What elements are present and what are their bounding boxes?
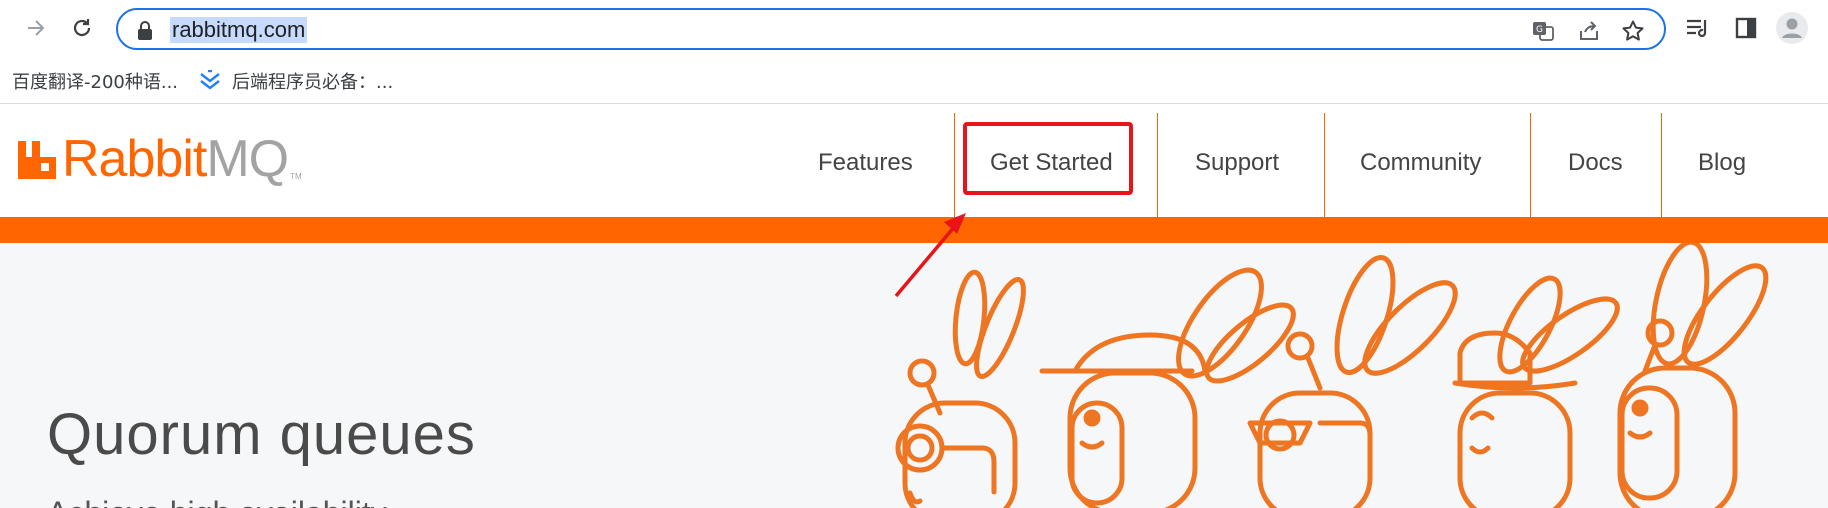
rabbit-figure <box>1617 243 1769 508</box>
nav-divider <box>1157 113 1158 217</box>
browser-toolbar: rabbitmq.com G <box>0 0 1828 56</box>
svg-text:G: G <box>1536 25 1543 35</box>
star-icon[interactable] <box>1618 16 1648 46</box>
reload-button[interactable] <box>64 10 100 46</box>
nav-features[interactable]: Features <box>818 149 913 177</box>
logo-icon <box>18 141 56 179</box>
address-bar[interactable]: rabbitmq.com G <box>116 8 1666 50</box>
rabbit-figure <box>895 269 1026 508</box>
hero-subtitle: Achieve high availability <box>47 495 387 508</box>
side-panel-icon <box>1735 17 1757 39</box>
hero-title: Quorum queues <box>47 402 476 467</box>
nav-divider <box>1530 113 1531 217</box>
forward-button[interactable] <box>18 10 54 46</box>
profile-button[interactable] <box>1774 10 1810 46</box>
nav-support[interactable]: Support <box>1195 149 1279 177</box>
reading-list-icon <box>1687 19 1707 38</box>
nav-docs[interactable]: Docs <box>1568 149 1623 177</box>
profile-icon <box>1776 12 1808 44</box>
rabbit-figure <box>1452 275 1620 508</box>
logo-text-rabbit: Rabbit <box>62 130 207 188</box>
nav-divider <box>1661 113 1662 217</box>
nav-community[interactable]: Community <box>1360 149 1481 177</box>
site-header: Rabbit MQ TM Features Get Started Suppor… <box>0 105 1828 217</box>
nav-divider <box>954 113 955 217</box>
bookmarks-bar: 百度翻译-200种语... 后端程序员必备：... <box>0 56 1828 104</box>
reload-icon <box>73 19 91 37</box>
header-accent-bar <box>0 217 1828 243</box>
nav-blog[interactable]: Blog <box>1698 149 1746 177</box>
bookmark-baidu-translate[interactable]: 百度翻译-200种语... <box>12 68 178 94</box>
rabbitmq-logo[interactable]: Rabbit MQ TM <box>16 133 302 185</box>
bookmark-icon <box>200 70 220 90</box>
translate-icon[interactable]: G <box>1528 16 1558 46</box>
share-icon[interactable] <box>1574 16 1604 46</box>
lock-icon[interactable] <box>130 16 160 46</box>
bookmark-label: 百度翻译-200种语... <box>12 72 179 93</box>
rabbit-figure <box>1247 255 1458 508</box>
annotation-highlight-box <box>963 122 1133 195</box>
side-panel-button[interactable] <box>1728 10 1764 46</box>
rabbits-illustration <box>895 243 1769 508</box>
forward-icon <box>28 20 45 36</box>
logo-text-mq: MQ <box>206 130 289 188</box>
rabbit-figure <box>1039 267 1296 508</box>
reading-list-button[interactable] <box>1680 10 1716 46</box>
logo-trademark: TM <box>290 172 302 181</box>
hero-section: Quorum queues Achieve high availability <box>0 243 1828 508</box>
bookmark-backend-programmer[interactable]: 后端程序员必备：... <box>198 68 393 94</box>
bookmark-label: 后端程序员必备：... <box>232 72 394 93</box>
nav-divider <box>1324 113 1325 217</box>
url-text[interactable]: rabbitmq.com <box>170 17 308 43</box>
